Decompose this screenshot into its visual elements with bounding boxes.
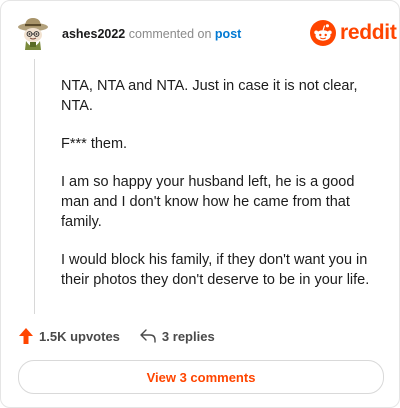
comment-card: ashes2022 commented on post reddit NTA, …	[0, 0, 400, 408]
upvote-arrow-icon	[19, 328, 33, 344]
thread-line[interactable]	[34, 59, 35, 314]
reddit-logo-icon	[310, 20, 336, 46]
comment-paragraph: F*** them.	[61, 136, 128, 152]
comment-actions: 1.5K upvotes 3 replies	[19, 327, 215, 345]
user-avatar[interactable]	[17, 16, 49, 52]
view-comments-button[interactable]: View 3 comments	[18, 360, 384, 394]
replies-count: 3 replies	[161, 328, 215, 344]
comment-paragraph: NTA, NTA and NTA. Just in case it is not…	[61, 78, 358, 114]
comment-paragraph: I would block his family, if they don't …	[61, 252, 370, 288]
replies-button[interactable]: 3 replies	[140, 329, 215, 344]
comment-body: NTA, NTA and NTA. Just in case it is not…	[61, 76, 371, 308]
upvote-count: 1.5K upvotes	[39, 328, 120, 344]
comment-header: ashes2022 commented on post	[62, 27, 241, 41]
reddit-brand[interactable]: reddit	[310, 19, 397, 47]
upvote-button[interactable]: 1.5K upvotes	[19, 328, 120, 344]
username-link[interactable]: ashes2022	[62, 27, 125, 41]
reddit-wordmark: reddit	[340, 21, 397, 44]
post-link[interactable]: post	[215, 27, 241, 41]
reply-arrow-icon	[140, 329, 156, 343]
action-text: commented on	[128, 27, 212, 41]
avatar-icon	[18, 18, 48, 50]
comment-paragraph: I am so happy your husband left, he is a…	[61, 174, 355, 230]
